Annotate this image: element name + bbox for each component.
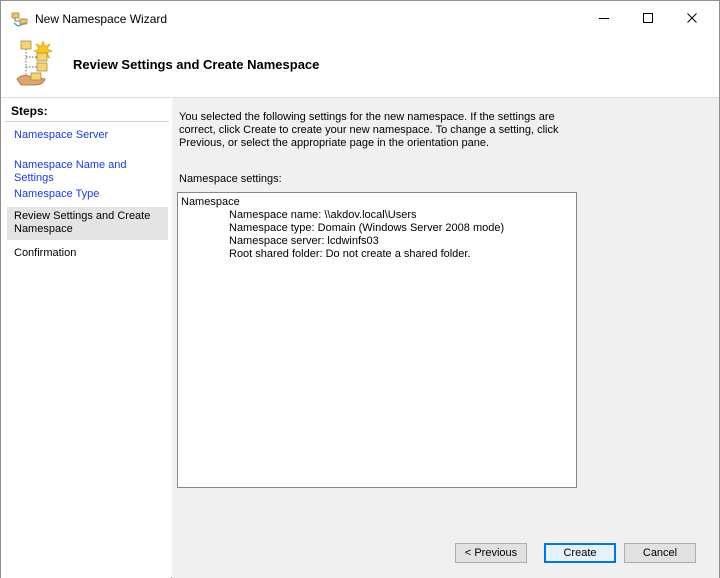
maximize-button[interactable] xyxy=(625,1,671,35)
settings-row-type: Namespace type: Domain (Windows Server 2… xyxy=(229,222,505,234)
namespace-tree-icon xyxy=(15,39,59,89)
namespace-wizard-icon xyxy=(11,10,29,28)
create-button[interactable]: Create xyxy=(544,543,616,563)
title-bar[interactable]: New Namespace Wizard xyxy=(1,1,719,37)
close-button[interactable] xyxy=(669,1,715,35)
settings-row-shared-folder: Root shared folder: Do not create a shar… xyxy=(229,248,471,260)
steps-divider xyxy=(5,121,169,122)
window-title: New Namespace Wizard xyxy=(35,12,168,26)
wizard-window: New Namespace Wizard Review Settings and… xyxy=(0,0,720,578)
wizard-header: Review Settings and Create Namespace xyxy=(1,37,719,95)
step-namespace-type[interactable]: Namespace Type xyxy=(7,188,169,201)
settings-row-server: Namespace server: lcdwinfs03 xyxy=(229,235,379,247)
intro-text: You selected the following settings for … xyxy=(179,111,559,149)
settings-group-title: Namespace xyxy=(181,196,240,208)
namespace-settings-textbox[interactable]: Namespace Namespace name: \\akdov.local\… xyxy=(177,192,577,488)
step-confirmation: Confirmation xyxy=(14,247,77,259)
minimize-button[interactable] xyxy=(581,1,627,35)
settings-row-name: Namespace name: \\akdov.local\Users xyxy=(229,209,417,221)
step-review-settings: Review Settings and Create Namespace xyxy=(7,207,168,240)
content-pane: You selected the following settings for … xyxy=(172,97,719,578)
step-namespace-name-and-settings[interactable]: Namespace Name and Settings xyxy=(7,159,169,185)
cancel-button[interactable]: Cancel xyxy=(624,543,696,563)
steps-pane: Steps: Namespace Server Namespace Name a… xyxy=(1,97,171,578)
steps-heading: Steps: xyxy=(11,104,48,118)
step-namespace-server[interactable]: Namespace Server xyxy=(7,129,169,142)
page-title: Review Settings and Create Namespace xyxy=(73,57,320,72)
previous-button[interactable]: < Previous xyxy=(455,543,527,563)
settings-label: Namespace settings: xyxy=(179,173,282,185)
